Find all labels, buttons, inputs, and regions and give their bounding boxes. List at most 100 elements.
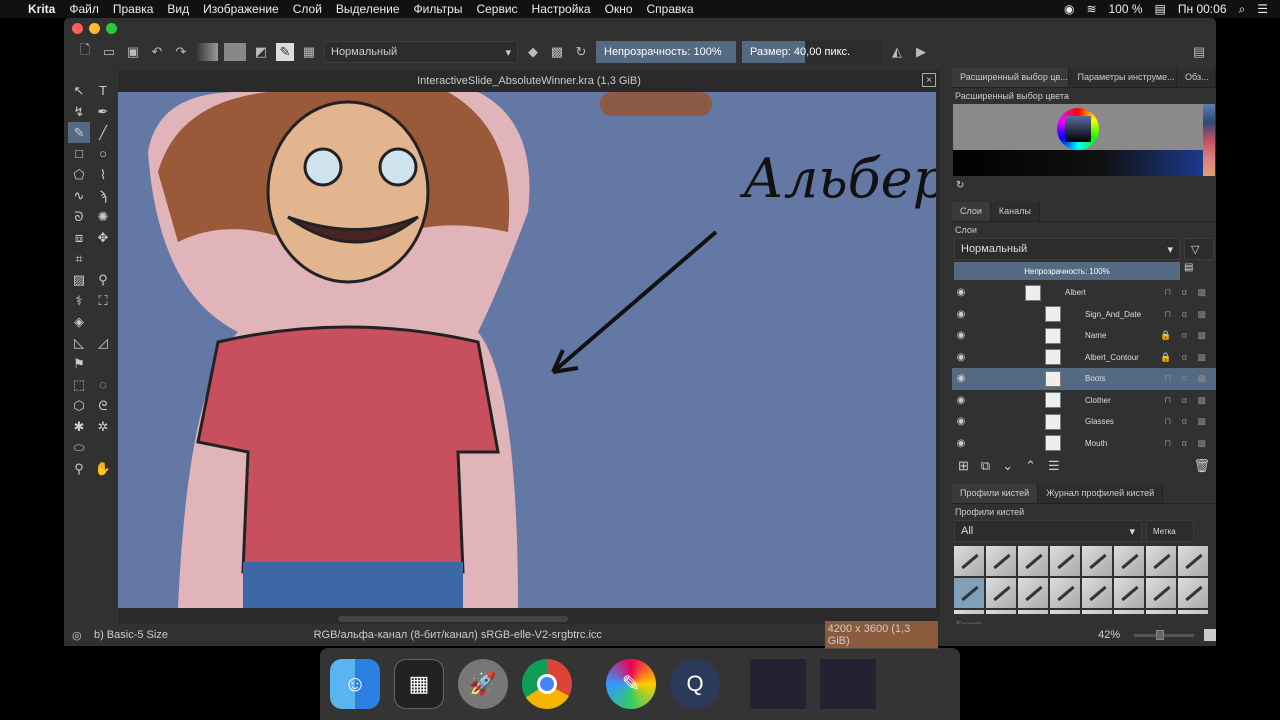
canvas-only-icon[interactable]: [1204, 629, 1216, 641]
calligraphy-icon[interactable]: ✒: [92, 101, 114, 122]
layer-row[interactable]: ◉ Clother ⊓ α ▩: [952, 390, 1216, 412]
chrome-icon[interactable]: [522, 659, 572, 709]
brush-preset[interactable]: [1178, 610, 1208, 614]
dock-menu-icon[interactable]: ▤: [1190, 43, 1208, 61]
eraser-icon[interactable]: ◆: [524, 43, 542, 61]
visibility-eye-icon[interactable]: ◉: [952, 309, 970, 320]
rect-select-icon[interactable]: ⬚: [68, 374, 90, 395]
close-document-button[interactable]: ×: [922, 73, 936, 87]
blend-mode-select[interactable]: Нормальный ▾: [324, 41, 518, 63]
tab-layers[interactable]: Слои: [952, 202, 991, 221]
ellipse-select-icon[interactable]: ◌: [92, 374, 114, 395]
rectangle-tool-icon[interactable]: □: [68, 143, 90, 164]
krita-icon[interactable]: ✎: [606, 659, 656, 709]
tab-overview[interactable]: Обз...: [1177, 68, 1216, 87]
unlock-icon[interactable]: ⊓ α ▩: [1164, 438, 1210, 449]
reload-icon[interactable]: ↻: [572, 43, 590, 61]
visibility-eye-icon[interactable]: ◉: [952, 438, 970, 449]
brush-preset[interactable]: [1082, 546, 1112, 576]
fill-tool-icon[interactable]: ⛶: [92, 290, 114, 311]
hue-ring[interactable]: [1057, 108, 1099, 150]
close-window-button[interactable]: [72, 23, 83, 34]
brush-preset[interactable]: [1018, 546, 1048, 576]
tab-advanced-color[interactable]: Расширенный выбор цв...: [952, 68, 1070, 87]
delete-layer-icon[interactable]: 🗑: [1193, 458, 1210, 474]
ellipse-tool-icon[interactable]: ○: [92, 143, 114, 164]
brush-preset-icon[interactable]: ✎: [276, 43, 294, 61]
measure-tool-icon[interactable]: ◺: [68, 332, 90, 353]
layer-row[interactable]: ◉ Sign_And_Date ⊓ α ▩: [952, 304, 1216, 326]
unlock-icon[interactable]: ⊓ α ▩: [1164, 287, 1210, 298]
canvas[interactable]: Альберт: [118, 92, 936, 608]
color-selector[interactable]: [953, 104, 1215, 176]
brush-preset[interactable]: [1114, 578, 1144, 608]
size-slider[interactable]: Размер: 40,00 пикс.: [742, 41, 882, 63]
tab-channels[interactable]: Каналы: [990, 202, 1040, 221]
clock[interactable]: Пн 00:06: [1178, 2, 1227, 17]
brush-preset[interactable]: [1018, 578, 1048, 608]
color-picker-icon[interactable]: ⚲: [92, 269, 114, 290]
brush-filter-select[interactable]: All ▾: [954, 520, 1142, 542]
edit-shapes-icon[interactable]: ↯: [68, 101, 90, 122]
move-down-icon[interactable]: ⌄: [1002, 458, 1013, 474]
visibility-eye-icon[interactable]: ◉: [952, 416, 970, 427]
redo-icon[interactable]: ↷: [172, 43, 190, 61]
brush-preset[interactable]: [954, 610, 984, 614]
pan-tool-icon[interactable]: ✋: [92, 458, 114, 479]
menu-file[interactable]: Файл: [69, 2, 99, 16]
new-file-icon[interactable]: 🗋: [76, 42, 94, 61]
lock-icon[interactable]: 🔒 α ▩: [1160, 330, 1210, 341]
similar-select-icon[interactable]: ✲: [92, 416, 114, 437]
battery-status[interactable]: 100 %: [1109, 2, 1143, 17]
menu-layer[interactable]: Слой: [293, 2, 322, 16]
contiguous-select-icon[interactable]: ✱: [68, 416, 90, 437]
menu-window[interactable]: Окно: [605, 2, 633, 16]
line-tool-icon[interactable]: ╱: [92, 122, 114, 143]
undo-icon[interactable]: ↶: [148, 43, 166, 61]
menu-filters[interactable]: Фильтры: [414, 2, 463, 16]
brush-preset[interactable]: [1082, 578, 1112, 608]
freehand-select-icon[interactable]: ᘓ: [92, 395, 114, 416]
lock-icon[interactable]: 🔒 α ▩: [1160, 352, 1210, 363]
brush-preset[interactable]: [1178, 578, 1208, 608]
menu-image[interactable]: Изображение: [203, 2, 279, 16]
menu-settings[interactable]: Настройка: [532, 2, 591, 16]
visibility-eye-icon[interactable]: ◉: [952, 395, 970, 406]
menu-tools[interactable]: Сервис: [476, 2, 517, 16]
unlock-icon[interactable]: ⊓ α ▩: [1164, 416, 1210, 427]
fg-bg-color-icon[interactable]: ◩: [252, 43, 270, 61]
brush-preset[interactable]: [1146, 610, 1176, 614]
brush-preset[interactable]: [986, 610, 1016, 614]
brush-preset[interactable]: [954, 578, 984, 608]
tab-tool-options[interactable]: Параметры инструме...: [1069, 68, 1177, 87]
filter-icon[interactable]: ▽: [1184, 238, 1214, 260]
status-dimensions[interactable]: 4200 x 3600 (1,3 GiB): [824, 621, 939, 649]
alpha-lock-icon[interactable]: ▩: [548, 43, 566, 61]
layer-opacity-slider[interactable]: Непрозрачность: 100%: [954, 262, 1180, 280]
layer-blend-select[interactable]: Нормальный ▾: [954, 238, 1180, 260]
tab-brush-history[interactable]: Журнал профилей кистей: [1038, 484, 1164, 503]
brush-preset[interactable]: [1114, 546, 1144, 576]
menu-help[interactable]: Справка: [647, 2, 694, 16]
gradient-icon[interactable]: [196, 43, 218, 61]
quicktime-icon[interactable]: Q: [670, 659, 720, 709]
opacity-slider[interactable]: Непрозрачность: 100%: [596, 41, 736, 63]
brush-preset[interactable]: [1050, 546, 1080, 576]
zoom-tool-icon[interactable]: ⚲: [68, 458, 90, 479]
brush-preset[interactable]: [1050, 578, 1080, 608]
move-up-icon[interactable]: ⌃: [1025, 458, 1036, 474]
menu-edit[interactable]: Правка: [113, 2, 154, 16]
launchpad-icon[interactable]: 🚀: [458, 659, 508, 709]
search-icon[interactable]: ⌕: [1239, 2, 1246, 17]
unlock-icon[interactable]: ⊓ α ▩: [1164, 309, 1210, 320]
brush-preset[interactable]: [1082, 610, 1112, 614]
layer-row[interactable]: ◉ Mouth ⊓ α ▩: [952, 433, 1216, 455]
minimize-button[interactable]: [89, 23, 100, 34]
bezier-select-icon[interactable]: ⬭: [68, 437, 90, 458]
brush-preset[interactable]: [1050, 610, 1080, 614]
brush-preset[interactable]: [1018, 610, 1048, 614]
move-tool-icon[interactable]: ✥: [92, 227, 114, 248]
freehand-brush-icon[interactable]: ✎: [68, 122, 90, 143]
activity-icon[interactable]: ▦: [394, 659, 444, 709]
unlock-icon[interactable]: ⊓ α ▩: [1164, 373, 1210, 384]
